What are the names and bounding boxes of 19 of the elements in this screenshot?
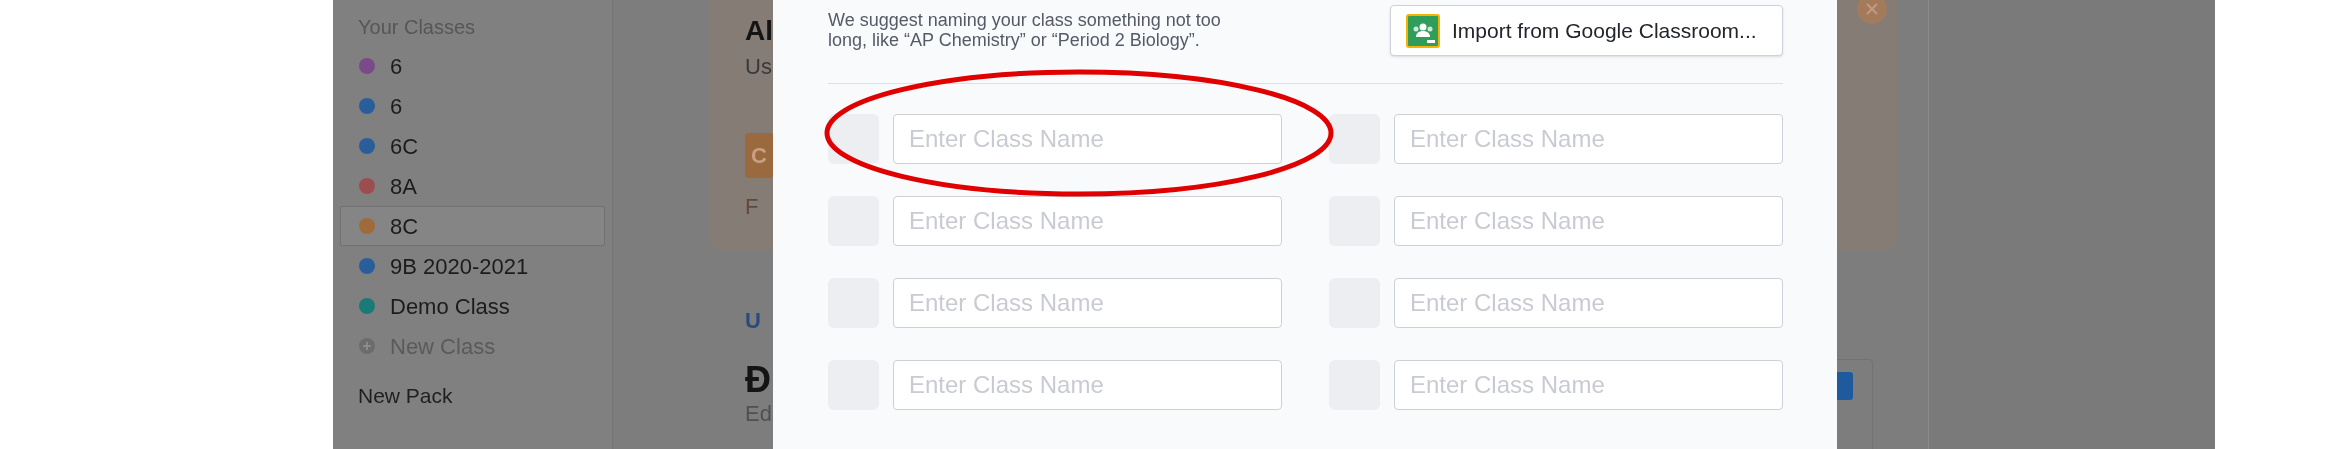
section-title: Đ xyxy=(745,359,771,401)
class-item[interactable]: Demo Class xyxy=(340,286,605,326)
plus-circle-icon xyxy=(359,338,375,354)
card-note: F xyxy=(745,193,759,221)
class-item[interactable]: 6 xyxy=(340,46,605,86)
card-text: Us xyxy=(745,53,772,81)
card-title: Al xyxy=(745,14,773,48)
class-item[interactable]: 8A xyxy=(340,166,605,206)
class-item[interactable]: 9B 2020-2021 xyxy=(340,246,605,286)
hint-text: long, like “AP Chemistry” or “Period 2 Biology”. xyxy=(828,30,1201,50)
import-button[interactable]: Import from Google Classroom... xyxy=(1390,5,1783,56)
close-icon[interactable] xyxy=(1857,0,1887,24)
class-item[interactable]: 8C xyxy=(340,206,605,246)
class-item[interactable]: 6C xyxy=(340,126,605,166)
new-pack-link[interactable]: New Pack xyxy=(358,380,612,412)
color-swatch[interactable] xyxy=(1329,114,1380,164)
class-item[interactable]: 6 xyxy=(340,86,605,126)
classroom-icon xyxy=(1406,13,1440,48)
hint-text: We suggest naming your class something not too xyxy=(828,10,1221,30)
